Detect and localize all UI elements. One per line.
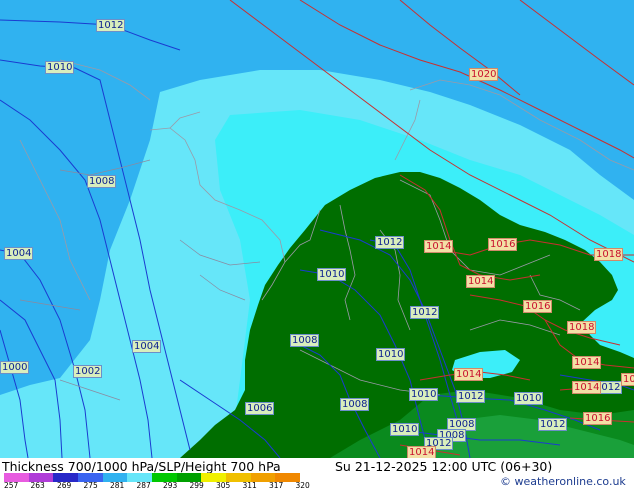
isobar-label: 1000 — [0, 361, 30, 374]
scale-ticks: 257 263 269 275 281 287 293 299 305 311 317 320 — [0, 482, 330, 490]
isobar-label: 1014 — [572, 356, 602, 369]
scale-tick-label: 299 — [189, 481, 204, 490]
isobar-label: 1010 — [376, 348, 406, 361]
isobar-label: 1008 — [290, 334, 320, 347]
scale-tick-label: 287 — [136, 481, 151, 490]
isobar-label: 1008 — [87, 175, 117, 188]
isobar-label: 1010 — [409, 388, 439, 401]
scale-tick-label: 263 — [30, 481, 45, 490]
copyright-notice: © weatheronline.co.uk — [500, 475, 626, 488]
isobar-label: 1010 — [514, 392, 544, 405]
isobar-label: 1014 — [572, 381, 602, 394]
forecast-datetime: Su 21-12-2025 12:00 UTC (06+30) — [335, 459, 553, 474]
scale-tick-label: 311 — [242, 481, 257, 490]
legend-bar: Thickness 700/1000 hPa/SLP/Height 700 hP… — [0, 458, 634, 490]
isobar-label: 1002 — [73, 365, 103, 378]
isobar-label: 1006 — [245, 402, 275, 415]
isobar-label: 1010 — [45, 61, 75, 74]
scale-tick-label: 281 — [110, 481, 125, 490]
isobar-label: 1012 — [96, 19, 126, 32]
isobar-label: 10 — [621, 373, 634, 386]
scale-tick-label: 317 — [269, 481, 284, 490]
isobar-label: 1004 — [4, 247, 34, 260]
isobar-label: 1012 — [410, 306, 440, 319]
isobar-label: 1016 — [583, 412, 613, 425]
scale-tick-label: 293 — [163, 481, 178, 490]
isobar-label: 1016 — [523, 300, 553, 313]
isobar-label: 1016 — [488, 238, 518, 251]
isobar-label: 1018 — [567, 321, 597, 334]
isobar-label: 1012 — [375, 236, 405, 249]
isobar-label: 1020 — [469, 68, 499, 81]
isobar-label: 1008 — [340, 398, 370, 411]
scale-tick-label: 305 — [216, 481, 231, 490]
isobar-label: 1010 — [390, 423, 420, 436]
isobar-label: 1014 — [424, 240, 454, 253]
isobar-label: 1012 — [538, 418, 568, 431]
weather-map — [0, 0, 634, 458]
map-title: Thickness 700/1000 hPa/SLP/Height 700 hP… — [2, 459, 281, 474]
scale-tick-label: 275 — [83, 481, 98, 490]
isobar-label: 1012 — [456, 390, 486, 403]
scale-tick-label: 320 — [295, 481, 310, 490]
isobar-label: 1010 — [317, 268, 347, 281]
isobar-label: 1004 — [132, 340, 162, 353]
isobar-label: 1014 — [454, 368, 484, 381]
isobar-label: 1018 — [594, 248, 624, 261]
scale-tick-label: 257 — [4, 481, 19, 490]
scale-tick-label: 269 — [57, 481, 72, 490]
isobar-label: 1014 — [466, 275, 496, 288]
